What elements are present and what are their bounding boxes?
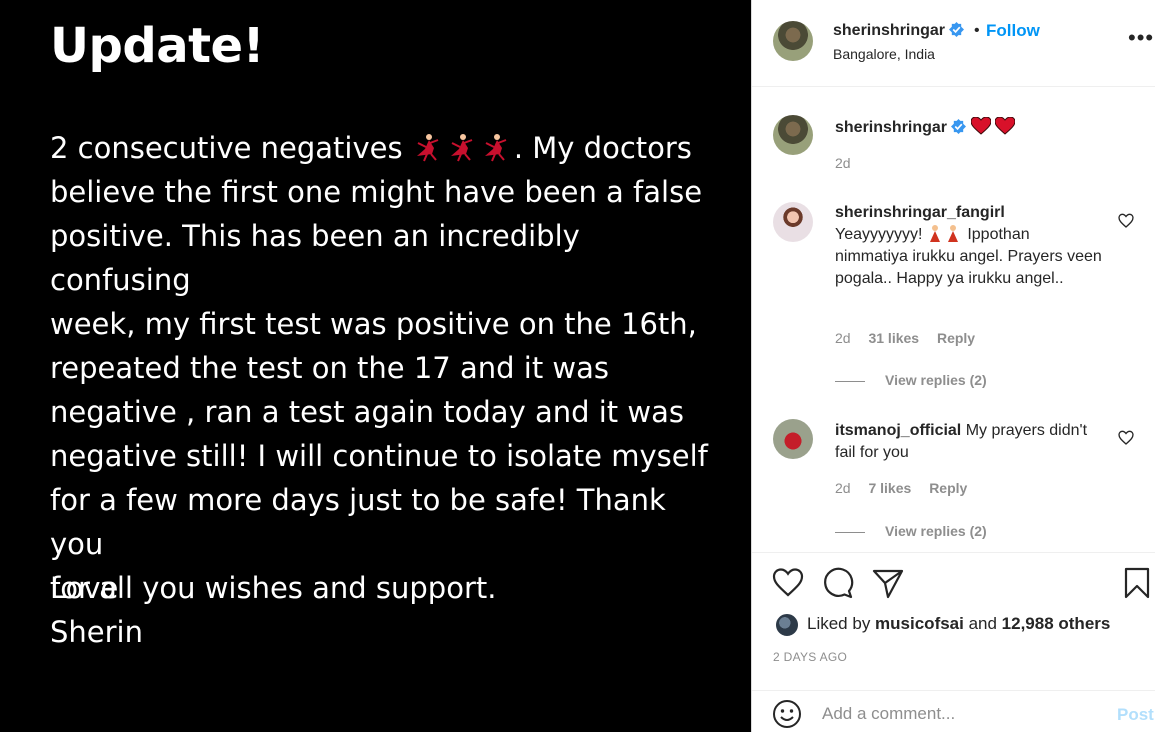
image-signoff: Love Sherin [50, 571, 143, 649]
comment-avatar[interactable] [773, 202, 813, 242]
comment-avatar[interactable] [773, 419, 813, 459]
verified-badge-icon [949, 22, 965, 37]
image-body-rest: . My doctors believe the first one might… [50, 131, 708, 605]
view-replies-label: View replies (2) [885, 372, 987, 388]
image-body-prefix: 2 consecutive negatives [50, 131, 412, 165]
follow-button[interactable]: Follow [986, 21, 1040, 41]
like-heart-icon[interactable] [772, 567, 804, 599]
post-date[interactable]: 2 DAYS AGO [773, 650, 847, 664]
couple-emoji-icon [929, 225, 958, 242]
caption-username[interactable]: sherinshringar [835, 119, 947, 136]
post-actions: Liked by musicofsai and 12,988 others 2 … [752, 552, 1155, 732]
emoji-picker-icon[interactable] [772, 699, 802, 729]
post-header: sherinshringar • Follow Bangalore, India… [752, 0, 1155, 87]
comment-username[interactable]: sherinshringar_fangirl [835, 204, 1005, 221]
dancer-emoji-icon [416, 134, 439, 162]
caption: sherinshringar [835, 116, 1105, 139]
caption-time[interactable]: 2d [835, 155, 851, 171]
comment-likes[interactable]: 31 likes [868, 330, 919, 346]
comments-section[interactable]: sherinshringar 2d sherinshringar_fangirl… [752, 87, 1155, 552]
liked-by-others[interactable]: 12,988 others [1002, 614, 1111, 633]
post-sidebar: sherinshringar • Follow Bangalore, India… [751, 0, 1155, 732]
liked-by-avatar[interactable] [774, 612, 800, 638]
add-comment-input[interactable] [822, 699, 1092, 729]
dancer-emoji-icon [484, 134, 507, 162]
author-avatar[interactable] [773, 21, 813, 61]
replies-divider [835, 531, 865, 533]
comment-text-start: Yeayyyyyyy! [835, 226, 927, 243]
caption-meta: 2d [835, 155, 865, 171]
comment-time[interactable]: 2d [835, 480, 851, 496]
liked-by-text: Liked by musicofsai and 12,988 others [807, 614, 1110, 634]
share-paper-plane-icon[interactable] [872, 567, 904, 599]
image-heading: Update! [50, 18, 264, 74]
comment-time[interactable]: 2d [835, 330, 851, 346]
post-comment-button[interactable]: Post [1117, 705, 1154, 725]
red-heart-emoji-icon [970, 116, 992, 135]
post-image: Update! 2 consecutive negatives . My doc… [0, 0, 751, 732]
comment: itsmanoj_official My prayers didn't fail… [835, 420, 1105, 464]
replies-divider [835, 380, 865, 382]
view-replies-button[interactable]: View replies (2) [835, 372, 987, 388]
liked-by-user[interactable]: musicofsai [875, 614, 964, 633]
liked-by-middle: and [963, 614, 1002, 633]
comment-meta: 2d 31 likes Reply [835, 330, 989, 346]
comment-bubble-icon[interactable] [822, 567, 854, 599]
verified-badge-icon [951, 119, 967, 134]
dancer-emoji-icon [450, 134, 473, 162]
view-replies-label: View replies (2) [885, 523, 987, 539]
save-bookmark-icon[interactable] [1121, 567, 1153, 599]
reply-button[interactable]: Reply [929, 480, 967, 496]
like-comment-heart-icon[interactable] [1118, 213, 1134, 229]
more-options-button[interactable]: ••• [1128, 27, 1154, 49]
comment-meta: 2d 7 likes Reply [835, 480, 981, 496]
author-username-row: sherinshringar [833, 22, 965, 40]
image-body-text: 2 consecutive negatives . My doctors bel… [50, 126, 710, 610]
comment-likes[interactable]: 7 likes [868, 480, 911, 496]
post-location[interactable]: Bangalore, India [833, 46, 935, 62]
comment: sherinshringar_fangirl Yeayyyyyyy! Ippot… [835, 202, 1105, 290]
add-comment-bar: Post [752, 690, 1155, 732]
view-replies-button[interactable]: View replies (2) [835, 523, 987, 539]
header-dot: • [974, 22, 980, 39]
red-heart-emoji-icon [994, 116, 1016, 135]
comment-username[interactable]: itsmanoj_official [835, 422, 961, 439]
like-comment-heart-icon[interactable] [1118, 430, 1134, 446]
caption-avatar[interactable] [773, 115, 813, 155]
liked-by-prefix: Liked by [807, 614, 876, 633]
reply-button[interactable]: Reply [937, 330, 975, 346]
author-username[interactable]: sherinshringar [833, 22, 945, 39]
